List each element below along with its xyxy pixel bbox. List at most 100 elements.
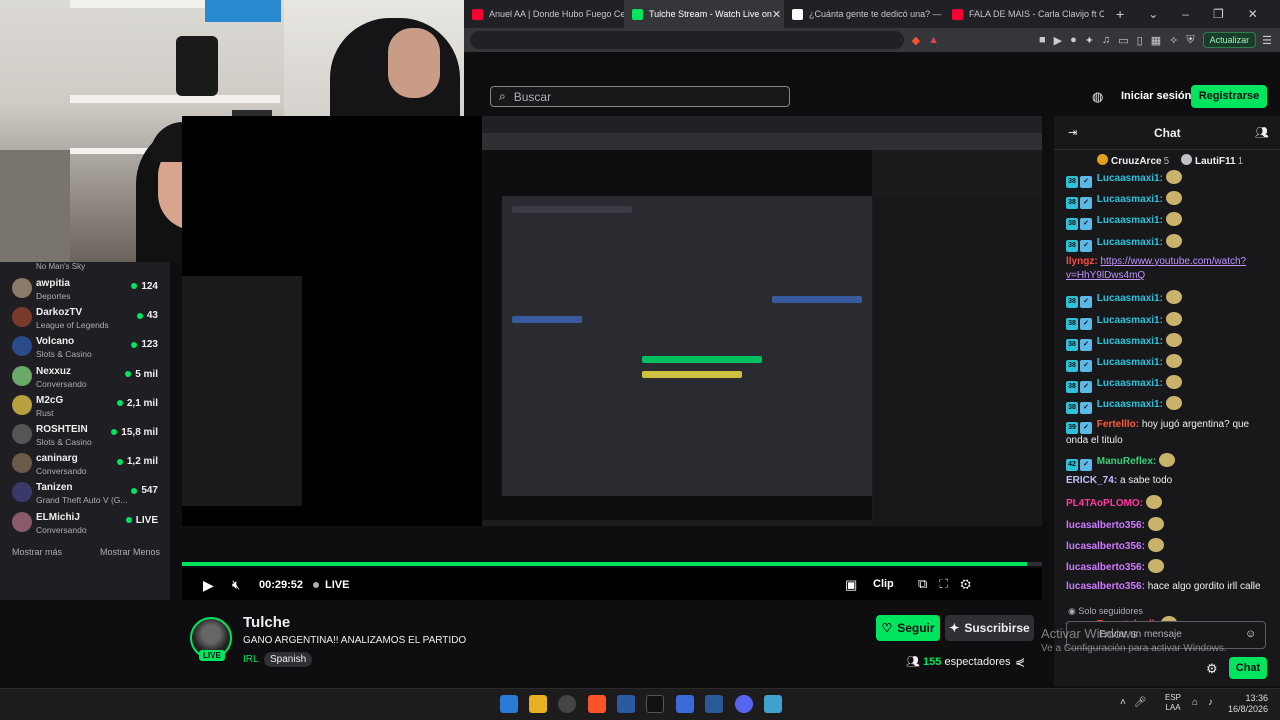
app-icon[interactable] — [705, 695, 723, 713]
chevron-down-icon[interactable]: ⌄ — [1148, 7, 1158, 21]
search-input[interactable]: ⌕ Buscar — [490, 86, 790, 107]
chat-username[interactable]: ERICK_74: — [1066, 475, 1117, 486]
chat-username[interactable]: Lucaasmaxi1: — [1097, 173, 1163, 184]
extension-icon[interactable]: ● — [1070, 34, 1077, 46]
chat-username[interactable]: lucasalberto356: — [1066, 562, 1145, 573]
channel-category: Slots & Casino — [36, 437, 92, 447]
chat-username[interactable]: Fertelllo: — [1097, 419, 1139, 430]
sidebar-channel-7[interactable]: Tanizen Grand Theft Auto V (G... 547 — [0, 478, 170, 507]
emote-icon — [1165, 332, 1182, 347]
brave-shield-icon[interactable]: ◆ — [912, 34, 920, 47]
fullscreen-icon[interactable]: ⛶ — [939, 576, 960, 591]
send-chat-button[interactable]: Chat — [1229, 657, 1267, 679]
menu-icon[interactable]: ☰ — [1262, 34, 1272, 47]
chat-username[interactable]: PL4TAoPLOMO: — [1066, 498, 1143, 509]
music-icon[interactable]: ♫ — [1102, 34, 1110, 46]
emoji-icon[interactable]: ☺ — [1245, 628, 1256, 640]
chrome-icon[interactable] — [558, 695, 576, 713]
update-button[interactable]: Actualizar — [1202, 32, 1257, 48]
sidebar-channel-2[interactable]: Volcano Slots & Casino 123 — [0, 332, 170, 361]
language-tag[interactable]: Spanish — [264, 652, 313, 667]
start-icon[interactable] — [500, 695, 518, 713]
show-less-button[interactable]: Mostrar Menos — [100, 547, 160, 557]
subscribe-button[interactable]: ✦ Suscribirse — [945, 615, 1034, 641]
emote-icon — [1165, 170, 1182, 184]
close-icon[interactable]: ✕ — [772, 8, 781, 21]
rewards-icon[interactable]: ▲ — [928, 34, 939, 46]
gear-icon[interactable]: ⚙ — [1206, 661, 1218, 677]
channel-avatar — [12, 394, 32, 415]
sidebar-channel-0[interactable]: awpitia Deportes 124 — [0, 274, 170, 303]
sidebar-channel-5[interactable]: ROSHTEIN Slots & Casino 15,8 mil — [0, 420, 170, 449]
brave-icon[interactable] — [588, 695, 606, 713]
sidebar-channel-1[interactable]: DarkozTV League of Legends 43 — [0, 303, 170, 332]
share-icon[interactable]: ⋞ — [1015, 655, 1025, 669]
collapse-chat-icon[interactable]: ⇥ — [1068, 126, 1077, 139]
chat-username[interactable]: Lucaasmaxi1: — [1097, 315, 1163, 326]
clip-button[interactable]: Clip — [873, 578, 894, 590]
login-button[interactable]: Iniciar sesión — [1121, 90, 1191, 102]
language-indicator[interactable]: ESP LAA — [1165, 693, 1181, 713]
volume-icon[interactable]: ♪ — [1208, 697, 1213, 708]
chat-username[interactable]: Lucaasmaxi1: — [1097, 357, 1163, 368]
stream-category[interactable]: IRL — [243, 654, 259, 665]
play-icon[interactable]: ▶ — [203, 577, 214, 594]
youtube-icon — [952, 8, 963, 20]
register-button[interactable]: Registrarse — [1191, 85, 1267, 108]
puzzle-icon[interactable]: ✦ — [1085, 34, 1094, 47]
browser-tab-active[interactable]: Tulche Stream - Watch Live on ✕ — [624, 0, 784, 28]
chat-username[interactable]: lucasalberto356: — [1066, 520, 1145, 531]
sidebar-channel-6[interactable]: caninarg Conversando 1,2 mil — [0, 449, 170, 478]
sidebar-channel-4[interactable]: M2cG Rust 2,1 mil — [0, 391, 170, 420]
chat-username[interactable]: Lucaasmaxi1: — [1097, 336, 1163, 347]
leaderboard-item[interactable]: LautiF11 1 — [1181, 154, 1243, 167]
clock[interactable]: 13:36 16/8/2026 — [1228, 693, 1268, 715]
picture-in-picture-icon[interactable]: ⧉ — [918, 576, 939, 591]
follow-button[interactable]: ♡ Seguir — [876, 615, 940, 641]
discord-icon[interactable] — [735, 695, 753, 713]
new-tab-button[interactable]: + — [1116, 6, 1124, 22]
app-icon[interactable] — [676, 695, 694, 713]
notepad-icon[interactable] — [764, 695, 782, 713]
app-icon[interactable] — [617, 695, 635, 713]
terminal-icon[interactable] — [646, 695, 664, 713]
chat-username[interactable]: lucasalberto356: — [1066, 541, 1145, 552]
close-window-icon[interactable]: ✕ — [1248, 7, 1258, 21]
play-icon[interactable]: ▶ — [1054, 34, 1062, 47]
chat-username[interactable]: Lucaasmaxi1: — [1097, 215, 1163, 226]
show-more-button[interactable]: Mostrar más — [12, 547, 62, 557]
globe-icon[interactable]: ◍ — [1092, 89, 1103, 105]
extension-icon[interactable]: ■ — [1039, 34, 1046, 46]
leaderboard-item[interactable]: CruuzArce 5 — [1097, 154, 1169, 167]
sidebar-channel-8[interactable]: ELMichiJ Conversando LIVE — [0, 508, 170, 537]
minimize-icon[interactable]: – — [1182, 7, 1189, 21]
chat-username[interactable]: Lucaasmaxi1: — [1097, 399, 1163, 410]
browser-tab[interactable]: ¿Cuánta gente te dedicó una? — de — [784, 0, 944, 28]
chat-username[interactable]: Lucaasmaxi1: — [1097, 293, 1163, 304]
chat-username[interactable]: Lucaasmaxi1: — [1097, 237, 1163, 248]
users-icon[interactable]: 👥︎ — [1255, 126, 1269, 139]
maximize-icon[interactable]: ❐ — [1213, 7, 1224, 21]
folder-icon[interactable] — [529, 695, 547, 713]
chat-username[interactable]: ManuReflex: — [1097, 456, 1156, 467]
url-field[interactable] — [470, 31, 904, 49]
network-icon[interactable]: ⌂ — [1192, 697, 1198, 708]
gear-icon[interactable]: ⚙ — [960, 576, 983, 591]
system-tray[interactable]: ˄🎤︎ — [1120, 697, 1155, 708]
wallet-icon[interactable]: ▦ — [1151, 34, 1161, 47]
sidebar-icon[interactable]: ▭ — [1118, 34, 1128, 47]
chat-username[interactable]: lucasalberto356: — [1066, 581, 1145, 592]
leo-icon[interactable]: ✧ — [1169, 34, 1178, 47]
browser-tab[interactable]: Anuel AA | Donde Hubo Fuego Cen — [464, 0, 624, 28]
streamer-name[interactable]: Tulche — [243, 614, 290, 631]
video-player[interactable] — [182, 116, 1042, 600]
theater-mode-icon[interactable]: ▣ — [845, 577, 857, 593]
chat-username[interactable]: llyngz: — [1066, 256, 1098, 267]
volume-muted-icon[interactable]: 🔇︎ — [232, 577, 240, 593]
chat-username[interactable]: Lucaasmaxi1: — [1097, 194, 1163, 205]
bookmark-icon[interactable]: ▯ — [1137, 34, 1143, 47]
browser-tab[interactable]: FALA DE MAIS - Carla Clavijo ft Car — [944, 0, 1104, 28]
sidebar-channel-3[interactable]: Nexxuz Conversando 5 mil — [0, 362, 170, 391]
chat-username[interactable]: Lucaasmaxi1: — [1097, 378, 1163, 389]
vpn-icon[interactable]: ⛨ — [1186, 34, 1194, 47]
